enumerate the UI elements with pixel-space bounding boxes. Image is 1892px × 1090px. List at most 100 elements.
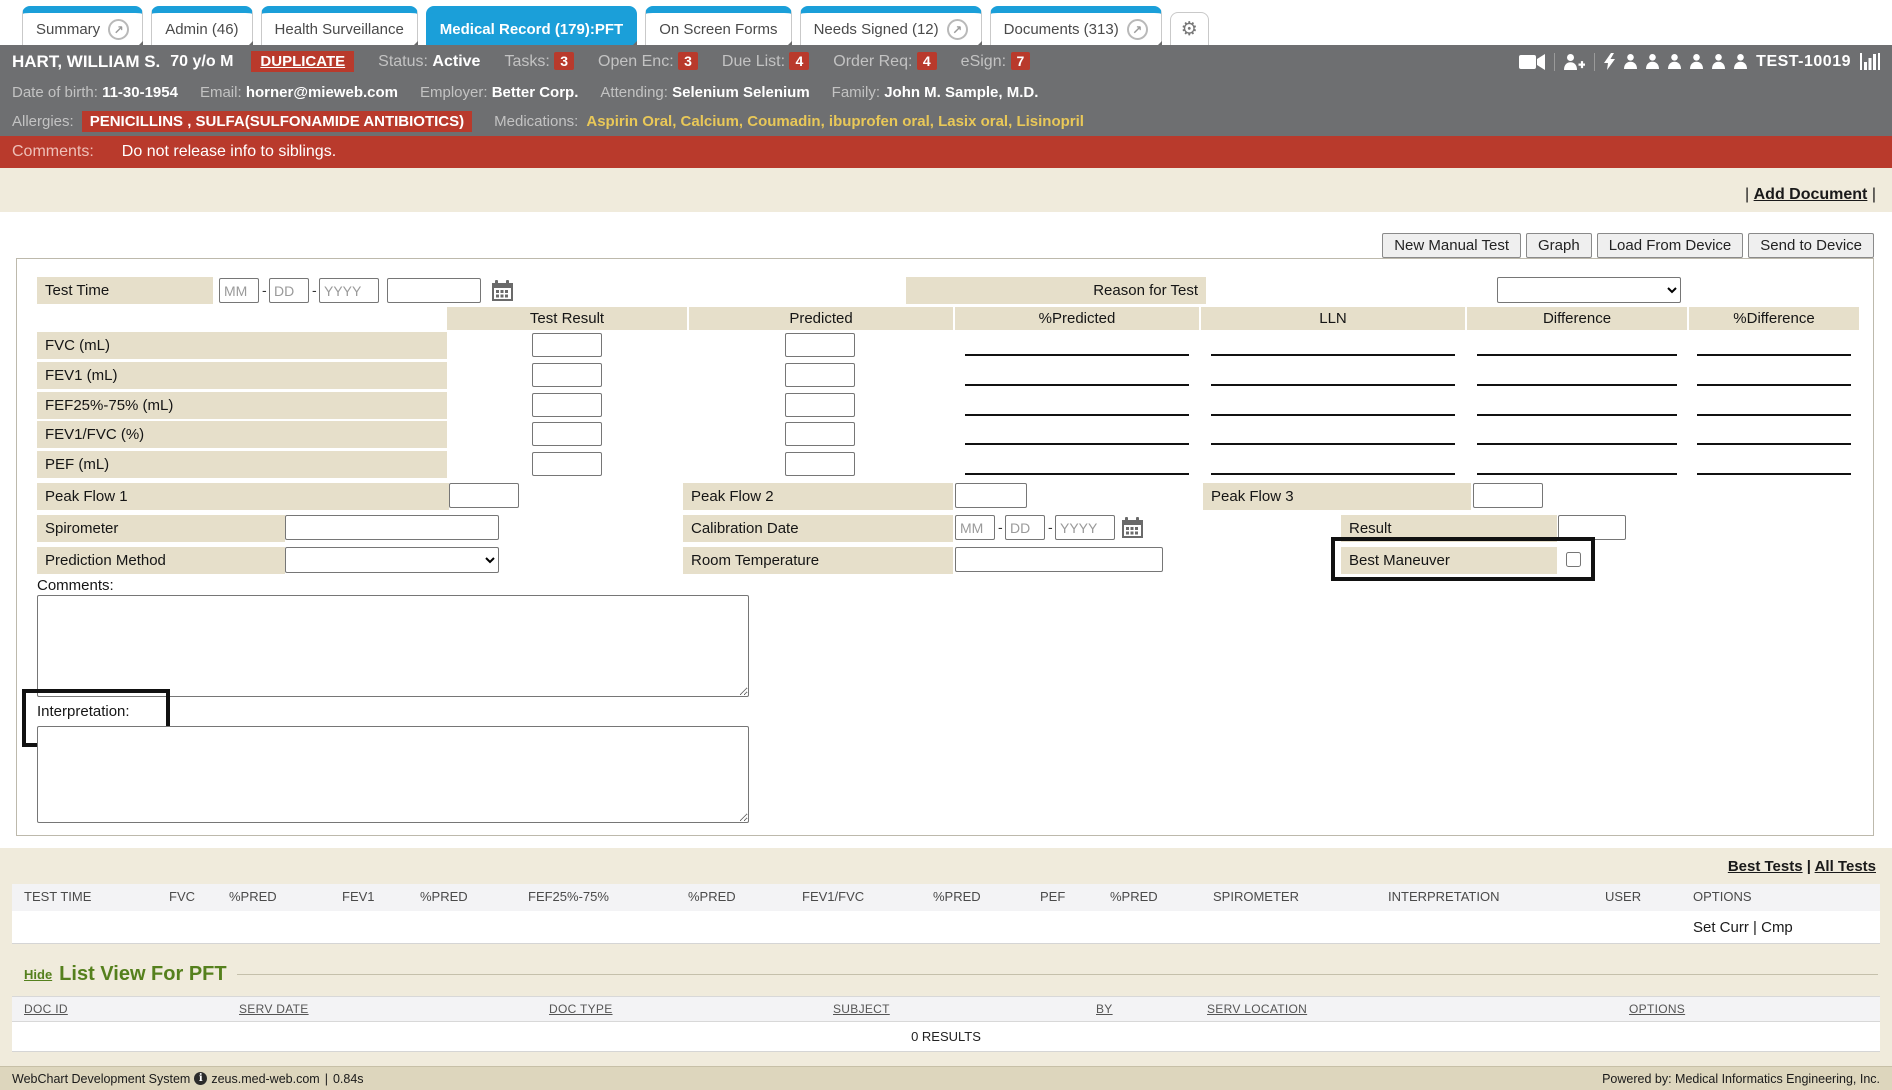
- test-time-month-input[interactable]: [219, 278, 259, 303]
- esign-count-badge[interactable]: 7: [1011, 52, 1031, 70]
- user-icon[interactable]: [1668, 54, 1681, 69]
- add-person-icon[interactable]: [1564, 54, 1585, 70]
- fev1-fvc-pct-difference-blank: [1697, 443, 1851, 445]
- results-header-pct-pred-1: %PRED: [229, 889, 277, 904]
- calendar-icon[interactable]: [491, 279, 513, 301]
- fvc-pct-predicted-blank: [965, 354, 1189, 356]
- info-icon[interactable]: i: [194, 1072, 207, 1085]
- tab-health-surveillance[interactable]: Health Surveillance: [261, 6, 418, 47]
- set-curr-link[interactable]: Set Curr: [1693, 919, 1749, 936]
- doc-header-options[interactable]: OPTIONS: [1629, 1002, 1685, 1016]
- gears-icon: ⚙: [1181, 18, 1198, 41]
- employer-label: Employer:: [420, 84, 488, 101]
- graph-button[interactable]: Graph: [1526, 233, 1592, 258]
- video-camera-icon[interactable]: [1519, 54, 1545, 70]
- fev1-test-result-input[interactable]: [532, 363, 602, 387]
- external-link-icon[interactable]: ↗: [1127, 19, 1148, 40]
- open-enc-count-badge[interactable]: 3: [678, 52, 698, 70]
- interpretation-textarea[interactable]: [37, 726, 749, 823]
- hide-list-view-link[interactable]: Hide: [24, 967, 52, 982]
- spirometer-input[interactable]: [285, 515, 499, 540]
- best-maneuver-checkbox[interactable]: [1566, 552, 1581, 567]
- pef-predicted-input[interactable]: [785, 452, 855, 476]
- peak-flow-2-input[interactable]: [955, 483, 1027, 508]
- form-comments-textarea[interactable]: [37, 595, 749, 697]
- results-header-fef: FEF25%-75%: [528, 889, 609, 904]
- divider: [1554, 53, 1555, 71]
- peak-flow-3-input[interactable]: [1473, 483, 1543, 508]
- fev1-fvc-predicted-input[interactable]: [785, 422, 855, 446]
- result-input[interactable]: [1558, 515, 1626, 540]
- allergies-label: Allergies:: [12, 113, 74, 130]
- doc-header-by[interactable]: BY: [1096, 1002, 1113, 1016]
- results-header-options: OPTIONS: [1693, 889, 1752, 904]
- calibration-year-input[interactable]: [1055, 515, 1115, 540]
- calibration-day-input[interactable]: [1005, 515, 1045, 540]
- patient-id: TEST-10019: [1756, 53, 1851, 71]
- due-list-count-badge[interactable]: 4: [789, 52, 809, 70]
- fev1-predicted-input[interactable]: [785, 363, 855, 387]
- reason-for-test-select[interactable]: [1497, 277, 1681, 303]
- fvc-test-result-input[interactable]: [532, 333, 602, 357]
- tab-needs-signed[interactable]: Needs Signed (12) ↗: [800, 6, 982, 47]
- fvc-predicted-input[interactable]: [785, 333, 855, 357]
- doc-header-serv-location[interactable]: SERV LOCATION: [1207, 1002, 1307, 1016]
- calendar-icon[interactable]: [1121, 516, 1143, 538]
- pef-difference-blank: [1477, 473, 1677, 475]
- lightning-icon[interactable]: [1604, 53, 1615, 70]
- user-icon[interactable]: [1690, 54, 1703, 69]
- peak-flow-1-input[interactable]: [449, 483, 519, 508]
- tab-on-screen-forms[interactable]: On Screen Forms: [645, 6, 791, 47]
- load-from-device-button[interactable]: Load From Device: [1597, 233, 1744, 258]
- test-time-time-input[interactable]: [387, 278, 481, 303]
- tasks-count-badge[interactable]: 3: [554, 52, 574, 70]
- tab-settings[interactable]: ⚙: [1170, 12, 1209, 47]
- prediction-method-select[interactable]: [285, 547, 499, 573]
- external-link-icon[interactable]: ↗: [108, 19, 129, 40]
- doc-header-doc-id[interactable]: DOC ID: [24, 1002, 68, 1016]
- bar-chart-icon[interactable]: [1860, 53, 1880, 70]
- results-table-header: TEST TIME FVC %PRED FEV1 %PRED FEF25%-75…: [12, 884, 1880, 911]
- user-icon[interactable]: [1712, 54, 1725, 69]
- form-comments-label: Comments:: [37, 577, 114, 594]
- pef-test-result-input[interactable]: [532, 452, 602, 476]
- user-icon[interactable]: [1734, 54, 1747, 69]
- divider: [1594, 53, 1595, 71]
- status-value: Active: [432, 53, 480, 70]
- row-label-fvc: FVC (mL): [37, 332, 447, 359]
- doc-header-serv-date[interactable]: SERV DATE: [239, 1002, 309, 1016]
- room-temperature-input[interactable]: [955, 547, 1163, 572]
- user-icon[interactable]: [1646, 54, 1659, 69]
- tab-health-surveillance-label: Health Surveillance: [275, 21, 404, 38]
- new-manual-test-button[interactable]: New Manual Test: [1382, 233, 1521, 258]
- tab-summary[interactable]: Summary ↗: [22, 6, 143, 47]
- cmp-link[interactable]: Cmp: [1761, 919, 1793, 936]
- all-tests-link[interactable]: All Tests: [1815, 858, 1876, 875]
- fev1-fvc-test-result-input[interactable]: [532, 422, 602, 446]
- fef-predicted-input[interactable]: [785, 393, 855, 417]
- status-label: Status:: [378, 53, 428, 70]
- duplicate-flag[interactable]: DUPLICATE: [251, 51, 354, 72]
- test-time-day-input[interactable]: [269, 278, 309, 303]
- tab-medical-record[interactable]: Medical Record (179):PFT: [426, 6, 637, 47]
- test-time-year-input[interactable]: [319, 278, 379, 303]
- fvc-lln-blank: [1211, 354, 1455, 356]
- fef-difference-blank: [1477, 414, 1677, 416]
- fef-test-result-input[interactable]: [532, 393, 602, 417]
- user-icon[interactable]: [1624, 54, 1637, 69]
- calibration-month-input[interactable]: [955, 515, 995, 540]
- interpretation-label: Interpretation:: [37, 703, 130, 720]
- doc-header-subject[interactable]: SUBJECT: [833, 1002, 890, 1016]
- date-separator: -: [312, 282, 317, 298]
- external-link-icon[interactable]: ↗: [947, 19, 968, 40]
- doc-header-doc-type[interactable]: DOC TYPE: [549, 1002, 613, 1016]
- fvc-difference-blank: [1477, 354, 1677, 356]
- add-document-link[interactable]: Add Document: [1754, 186, 1868, 203]
- order-req-count-badge[interactable]: 4: [917, 52, 937, 70]
- pipe: |: [325, 1072, 328, 1086]
- best-tests-link[interactable]: Best Tests: [1728, 858, 1803, 875]
- send-to-device-button[interactable]: Send to Device: [1748, 233, 1874, 258]
- tab-admin[interactable]: Admin (46): [151, 6, 252, 47]
- tab-documents[interactable]: Documents (313) ↗: [990, 6, 1162, 47]
- calibration-date-label: Calibration Date: [683, 515, 953, 542]
